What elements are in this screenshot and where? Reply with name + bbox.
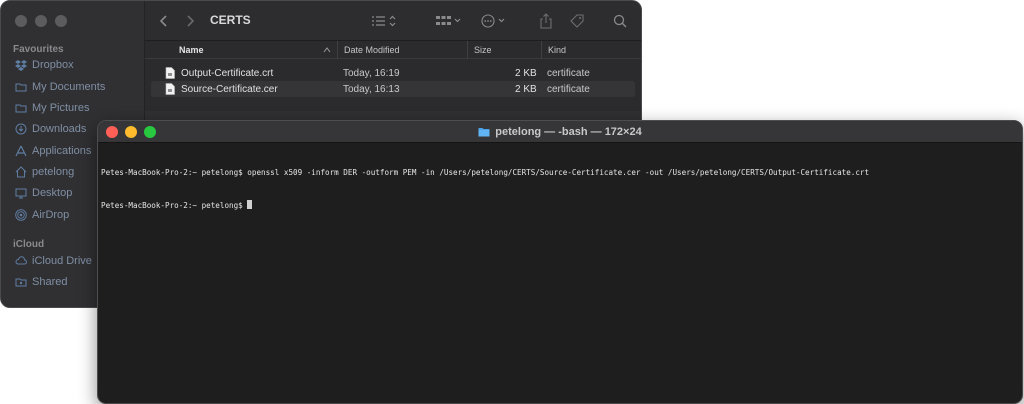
column-header-name[interactable]: Name (145, 41, 339, 59)
column-header-label: Date Modified (344, 45, 400, 55)
folder-icon (478, 128, 490, 137)
file-date-cell: Today, 16:19 (343, 67, 400, 79)
folder-icon (15, 81, 27, 93)
sidebar-heading-icloud: iCloud (13, 239, 45, 250)
cloud-icon (15, 255, 27, 267)
share-icon (540, 13, 552, 29)
file-row[interactable]: Output-Certificate.crt Today, 16:19 2 KB… (151, 65, 635, 81)
file-list-header: Name Date Modified Size Kind (145, 41, 641, 59)
sidebar-item-label: petelong (32, 166, 75, 178)
shared-folder-icon (15, 276, 27, 288)
folder-title: CERTS (210, 13, 251, 27)
sidebar-item-label: Applications (32, 145, 92, 157)
file-size-cell: 2 KB (515, 67, 537, 79)
column-header-label: Size (474, 45, 492, 55)
folder-icon (15, 102, 27, 114)
sidebar-item-label: AirDrop (32, 209, 70, 221)
tag-icon (570, 14, 584, 28)
chevron-right-icon (187, 15, 194, 27)
sidebar-item-label: Shared (32, 276, 68, 288)
dropbox-icon (15, 59, 27, 71)
sidebar-item-my-documents[interactable]: My Documents (1, 77, 145, 97)
file-name-cell: Source-Certificate.cer (165, 81, 278, 97)
file-kind-cell: certificate (547, 67, 590, 79)
share-button[interactable] (538, 11, 554, 31)
grid-icon (436, 16, 461, 25)
finder-minimize-button[interactable] (35, 15, 47, 27)
ellipsis-circle-icon (481, 14, 505, 28)
terminal-prompt: Petes-MacBook-Pro-2:~ petelong$ (101, 201, 248, 210)
home-icon (15, 166, 27, 178)
sidebar-heading-favourites: Favourites (13, 44, 64, 55)
chevron-left-icon (160, 15, 167, 27)
sidebar-item-dropbox[interactable]: Dropbox (1, 55, 145, 75)
sort-ascending-icon (323, 47, 331, 53)
file-row[interactable]: Source-Certificate.cer Today, 16:13 2 KB… (151, 81, 635, 97)
file-name: Output-Certificate.crt (181, 67, 274, 79)
action-menu-button[interactable] (479, 11, 511, 31)
sidebar-item-label: Dropbox (32, 59, 74, 71)
column-header-kind[interactable]: Kind (541, 41, 641, 59)
terminal-titlebar[interactable]: petelong — -bash — 172×24 (98, 121, 1022, 143)
terminal-cursor (247, 200, 253, 209)
terminal-window: petelong — -bash — 172×24 Petes-MacBook-… (97, 120, 1023, 404)
sidebar-item-my-pictures[interactable]: My Pictures (1, 98, 145, 118)
terminal-prompt-line: Petes-MacBook-Pro-2:~ petelong$ (101, 200, 1019, 211)
list-view-button[interactable] (369, 11, 401, 31)
column-header-label: Kind (548, 45, 567, 55)
finder-zoom-button[interactable] (55, 15, 67, 27)
terminal-output[interactable]: Petes-MacBook-Pro-2:~ petelong$ openssl … (101, 145, 1019, 403)
sidebar-item-label: My Pictures (32, 102, 90, 114)
sidebar-item-label: iCloud Drive (32, 255, 92, 267)
column-header-date-modified[interactable]: Date Modified (337, 41, 467, 59)
terminal-line: Petes-MacBook-Pro-2:~ petelong$ openssl … (101, 168, 870, 177)
file-name: Source-Certificate.cer (181, 83, 278, 95)
column-header-label: Name (179, 45, 204, 55)
finder-toolbar: CERTS (145, 1, 641, 41)
desktop-icon (15, 187, 27, 199)
file-kind-cell: certificate (547, 83, 590, 95)
certificate-file-icon (165, 83, 175, 95)
search-button[interactable] (612, 11, 628, 31)
airdrop-icon (15, 209, 27, 221)
terminal-title-text: petelong — -bash — 172×24 (495, 126, 642, 138)
list-view-icon (372, 15, 396, 27)
sidebar-item-label: Desktop (32, 187, 73, 199)
file-name-cell: Output-Certificate.crt (165, 65, 273, 81)
terminal-title: petelong — -bash — 172×24 (98, 121, 1022, 143)
finder-close-button[interactable] (15, 15, 27, 27)
file-size-cell: 2 KB (515, 83, 537, 95)
column-header-size[interactable]: Size (467, 41, 541, 59)
sidebar-item-label: My Documents (32, 81, 106, 93)
finder-window-controls (15, 15, 67, 27)
download-icon (15, 123, 27, 135)
tag-button[interactable] (568, 11, 586, 31)
applications-icon (15, 145, 27, 157)
sidebar-item-label: Downloads (32, 123, 87, 135)
group-view-button[interactable] (433, 11, 465, 31)
forward-button[interactable] (183, 11, 197, 31)
back-button[interactable] (157, 11, 171, 31)
file-date-cell: Today, 16:13 (343, 83, 400, 95)
search-icon (613, 14, 627, 28)
certificate-file-icon (165, 67, 175, 79)
